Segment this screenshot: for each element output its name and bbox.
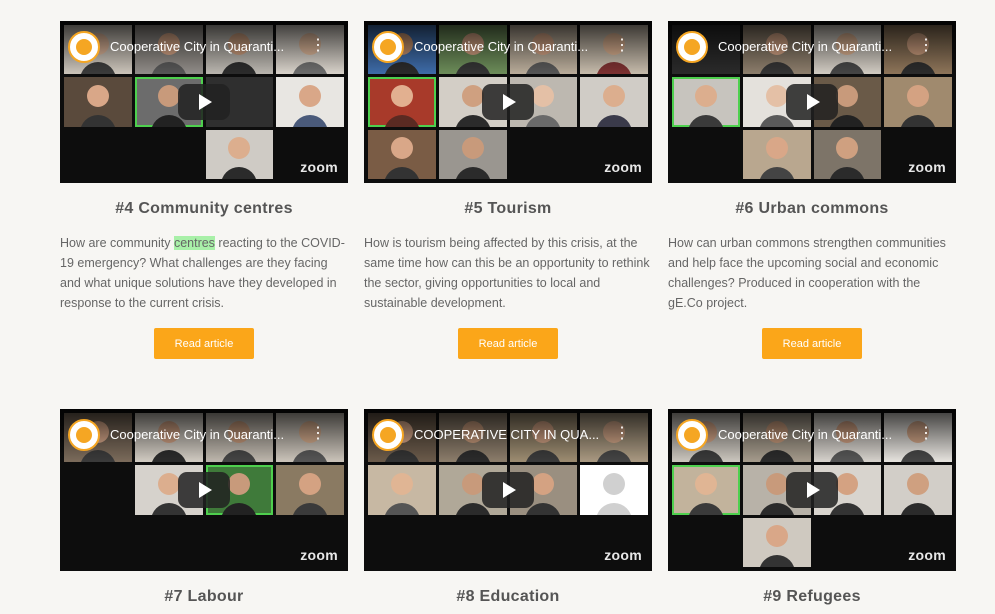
card-title: #4 Community centres <box>115 200 293 217</box>
card-community-centres: Cooperative City in Quaranti... ⋮ zoom #… <box>60 21 348 359</box>
more-options-icon[interactable]: ⋮ <box>614 426 630 442</box>
card-title: #6 Urban commons <box>735 200 889 217</box>
card-title: #8 Education <box>456 588 560 605</box>
channel-logo-icon[interactable] <box>68 419 100 451</box>
more-options-icon[interactable]: ⋮ <box>918 426 934 442</box>
channel-logo-icon[interactable] <box>68 31 100 63</box>
video-title[interactable]: Cooperative City in Quaranti... <box>110 427 310 442</box>
video-player[interactable]: Cooperative City in Quaranti... ⋮ zoom <box>668 21 956 183</box>
play-button[interactable] <box>482 84 534 120</box>
more-options-icon[interactable]: ⋮ <box>614 38 630 54</box>
video-player[interactable]: Cooperative City in Quaranti... ⋮ zoom <box>668 409 956 571</box>
card-description: How can urban commons strengthen communi… <box>668 236 946 310</box>
zoom-watermark: zoom <box>300 547 338 563</box>
card-tourism: Cooperative City in Quaranti... ⋮ zoom #… <box>364 21 652 359</box>
zoom-watermark: zoom <box>604 159 642 175</box>
video-title[interactable]: Cooperative City in Quaranti... <box>718 39 918 54</box>
channel-logo-icon[interactable] <box>372 31 404 63</box>
video-title[interactable]: Cooperative City in Quaranti... <box>718 427 918 442</box>
card-labour: Cooperative City in Quaranti... ⋮ zoom #… <box>60 409 348 606</box>
zoom-watermark: zoom <box>908 547 946 563</box>
channel-logo-icon[interactable] <box>372 419 404 451</box>
read-article-button[interactable]: Read article <box>154 328 254 359</box>
video-title[interactable]: Cooperative City in Quaranti... <box>414 39 614 54</box>
video-title[interactable]: COOPERATIVE CITY IN QUA... <box>414 427 614 442</box>
channel-logo-icon[interactable] <box>676 419 708 451</box>
more-options-icon[interactable]: ⋮ <box>310 426 326 442</box>
zoom-watermark: zoom <box>300 159 338 175</box>
card-description: How are community centres reacting to th… <box>60 236 345 310</box>
card-urban-commons: Cooperative City in Quaranti... ⋮ zoom #… <box>668 21 956 359</box>
card-refugees: Cooperative City in Quaranti... ⋮ zoom #… <box>668 409 956 606</box>
video-player[interactable]: Cooperative City in Quaranti... ⋮ zoom <box>60 21 348 183</box>
more-options-icon[interactable]: ⋮ <box>918 38 934 54</box>
card-title: #7 Labour <box>164 588 244 605</box>
channel-logo-icon[interactable] <box>676 31 708 63</box>
zoom-watermark: zoom <box>908 159 946 175</box>
play-button[interactable] <box>482 472 534 508</box>
video-player[interactable]: COOPERATIVE CITY IN QUA... ⋮ zoom <box>364 409 652 571</box>
card-description: How is tourism being affected by this cr… <box>364 236 650 310</box>
video-title[interactable]: Cooperative City in Quaranti... <box>110 39 310 54</box>
video-player[interactable]: Cooperative City in Quaranti... ⋮ zoom <box>364 21 652 183</box>
card-title: #9 Refugees <box>763 588 861 605</box>
zoom-watermark: zoom <box>604 547 642 563</box>
video-player[interactable]: Cooperative City in Quaranti... ⋮ zoom <box>60 409 348 571</box>
card-education: COOPERATIVE CITY IN QUA... ⋮ zoom #8 Edu… <box>364 409 652 606</box>
play-button[interactable] <box>178 84 230 120</box>
read-article-button[interactable]: Read article <box>762 328 862 359</box>
play-button[interactable] <box>786 472 838 508</box>
card-title: #5 Tourism <box>464 200 552 217</box>
read-article-button[interactable]: Read article <box>458 328 558 359</box>
more-options-icon[interactable]: ⋮ <box>310 38 326 54</box>
play-button[interactable] <box>178 472 230 508</box>
highlighted-word: centres <box>173 236 215 250</box>
play-button[interactable] <box>786 84 838 120</box>
